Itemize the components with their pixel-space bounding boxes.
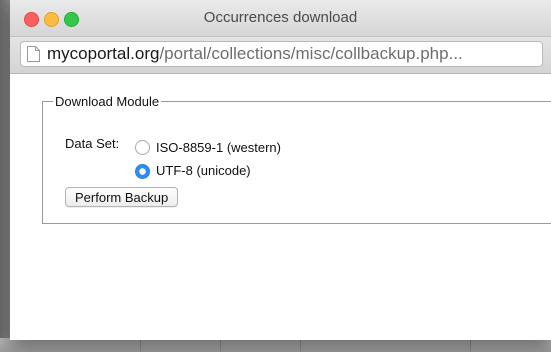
background-divider [220,338,221,352]
page-content: Download Module Data Set: ISO-8859-1 (we… [10,74,551,340]
background-divider [470,338,471,352]
url-path: /portal/collections/misc/collbackup.php.… [159,44,463,63]
popup-window: Occurrences download mycoportal.org/port… [10,0,551,340]
radio-iso-8859-1-label[interactable]: ISO-8859-1 (western) [156,140,281,155]
window-title: Occurrences download [203,9,358,26]
background-divider [300,338,301,352]
address-bar: mycoportal.org/portal/collections/misc/c… [10,37,551,74]
download-module: Download Module Data Set: ISO-8859-1 (we… [42,94,551,224]
module-legend: Download Module [55,94,160,109]
background-app-strip [0,338,551,352]
page-icon [27,46,40,62]
url-text: mycoportal.org/portal/collections/misc/c… [47,44,463,64]
perform-backup-button[interactable]: Perform Backup [65,187,179,207]
data-set-label: Data Set: [65,136,120,151]
background-divider [140,338,141,352]
background-app-edge [0,0,10,352]
title-bar[interactable]: Occurrences download [10,0,551,37]
screen: Occurrences download mycoportal.org/port… [0,0,551,352]
radio-iso-8859-1[interactable] [135,140,150,155]
url-host: mycoportal.org [47,44,160,63]
radio-utf-8[interactable] [135,164,150,179]
radio-utf-8-label[interactable]: UTF-8 (unicode) [156,163,251,178]
url-field[interactable]: mycoportal.org/portal/collections/misc/c… [20,41,543,67]
